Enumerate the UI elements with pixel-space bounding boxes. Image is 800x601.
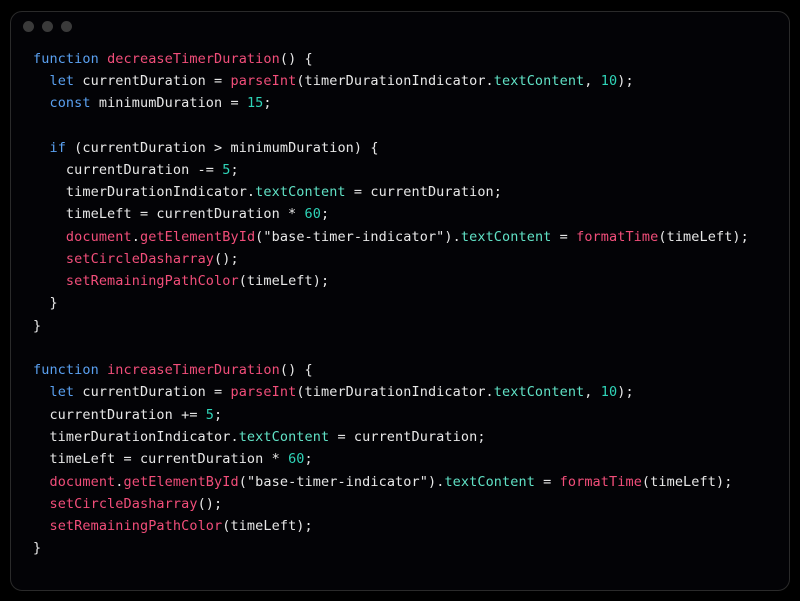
code-token: , [584, 73, 600, 89]
traffic-light-close-icon[interactable] [23, 21, 34, 32]
code-token: textContent [494, 384, 585, 400]
code-token: , [584, 384, 600, 400]
code-token: = currentDuration; [346, 184, 502, 200]
code-token [33, 496, 49, 512]
code-token [33, 95, 49, 111]
code-token: 10 [601, 73, 617, 89]
code-token: textContent [461, 229, 552, 245]
code-token: . [115, 474, 123, 490]
code-token: timerDurationIndicator. [33, 429, 239, 445]
code-token: formatTime [560, 474, 642, 490]
code-token: (); [214, 251, 239, 267]
code-token: 10 [601, 384, 617, 400]
code-editor[interactable]: function decreaseTimerDuration() { let c… [11, 42, 789, 576]
code-token: getElementById [140, 229, 255, 245]
code-token: } [33, 540, 41, 556]
code-token: getElementById [124, 474, 239, 490]
code-token: function [33, 362, 99, 378]
code-token: setCircleDasharray [66, 251, 214, 267]
code-token: ; [214, 407, 222, 423]
code-token: decreaseTimerDuration [107, 51, 280, 67]
code-token: setRemainingPathColor [49, 518, 222, 534]
code-token [33, 273, 66, 289]
code-token: () { [280, 51, 313, 67]
code-token: textContent [239, 429, 330, 445]
code-token: setCircleDasharray [49, 496, 197, 512]
code-token: (currentDuration > minimumDuration) { [66, 140, 379, 156]
code-token: () { [280, 362, 313, 378]
code-token: formatTime [576, 229, 658, 245]
code-token: currentDuration -= [33, 162, 222, 178]
code-token: ). [444, 229, 460, 245]
code-token: = currentDuration; [329, 429, 485, 445]
code-token: timeLeft = currentDuration * [33, 451, 288, 467]
code-token [33, 384, 49, 400]
traffic-light-zoom-icon[interactable] [61, 21, 72, 32]
code-token: (timeLeft); [642, 474, 733, 490]
code-token: document [66, 229, 132, 245]
code-token: const [49, 95, 90, 111]
code-token [33, 251, 66, 267]
code-token: timerDurationIndicator. [33, 184, 255, 200]
code-window: function decreaseTimerDuration() { let c… [10, 11, 790, 591]
code-token: (); [198, 496, 223, 512]
code-token: ; [305, 451, 313, 467]
code-token: 5 [206, 407, 214, 423]
code-token: ; [321, 206, 329, 222]
code-token: document [49, 474, 115, 490]
code-token: = [551, 229, 576, 245]
code-token: currentDuration = [74, 73, 230, 89]
code-token: if [49, 140, 65, 156]
code-token: let [49, 384, 74, 400]
code-token: ). [428, 474, 444, 490]
code-token: timeLeft = currentDuration * [33, 206, 305, 222]
code-token: minimumDuration = [91, 95, 247, 111]
code-token [99, 362, 107, 378]
code-token: parseInt [230, 73, 296, 89]
code-token: (timeLeft); [222, 518, 313, 534]
code-token: ; [263, 95, 271, 111]
code-token: ( [239, 474, 247, 490]
code-token: setRemainingPathColor [66, 273, 239, 289]
code-token: "base-timer-indicator" [263, 229, 444, 245]
code-token: "base-timer-indicator" [247, 474, 428, 490]
code-token: ); [617, 73, 633, 89]
code-token [33, 229, 66, 245]
code-token: textContent [494, 73, 585, 89]
code-token [33, 140, 49, 156]
titlebar [11, 12, 789, 42]
code-token: } [33, 318, 41, 334]
code-token: . [132, 229, 140, 245]
code-token: (timerDurationIndicator. [296, 73, 493, 89]
code-token: parseInt [230, 384, 296, 400]
code-token: = [535, 474, 560, 490]
code-token: ; [230, 162, 238, 178]
code-token: function [33, 51, 99, 67]
code-token [33, 474, 49, 490]
code-token: ); [617, 384, 633, 400]
code-token: textContent [255, 184, 346, 200]
code-token: (timeLeft); [239, 273, 330, 289]
code-token [99, 51, 107, 67]
code-token [33, 73, 49, 89]
code-token: let [49, 73, 74, 89]
code-token: 60 [305, 206, 321, 222]
code-token: } [33, 295, 58, 311]
code-token: increaseTimerDuration [107, 362, 280, 378]
code-token: currentDuration += [33, 407, 206, 423]
traffic-light-minimize-icon[interactable] [42, 21, 53, 32]
code-token: (timeLeft); [658, 229, 749, 245]
code-token: textContent [444, 474, 535, 490]
code-token: currentDuration = [74, 384, 230, 400]
code-token: (timerDurationIndicator. [296, 384, 493, 400]
code-token [33, 518, 49, 534]
code-token: 60 [288, 451, 304, 467]
code-token: 15 [247, 95, 263, 111]
